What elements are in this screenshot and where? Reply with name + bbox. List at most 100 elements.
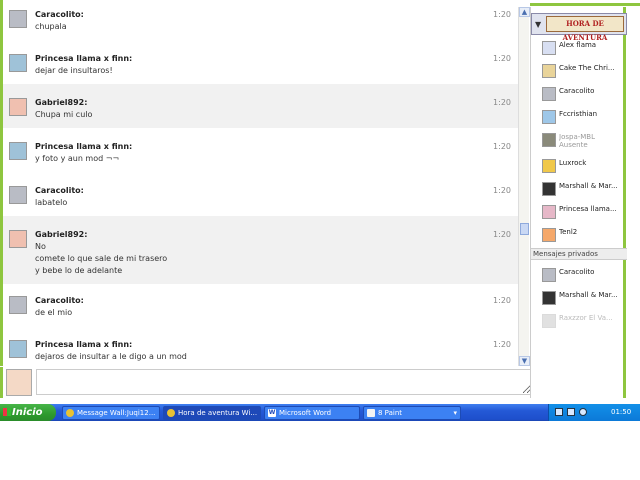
user-name: Luxrock	[559, 159, 587, 167]
user-avatar	[542, 41, 556, 55]
user-list-item[interactable]: Marshall & Mar...	[542, 180, 626, 198]
user-avatar	[542, 110, 556, 124]
scroll-up-button[interactable]: ▲	[519, 7, 530, 17]
task-label: Message Wall:Juqi12...	[77, 409, 156, 417]
taskbar-item-paint[interactable]: 8 Paint ▾	[363, 406, 461, 420]
message-author[interactable]: Princesa llama x finn:	[35, 340, 132, 349]
message-author[interactable]: Caracolito:	[35, 186, 84, 195]
avatar[interactable]	[9, 340, 27, 358]
user-list-item[interactable]: Princesa llama...	[542, 203, 626, 221]
avatar[interactable]	[9, 230, 27, 248]
message-author[interactable]: Gabriel892:	[35, 98, 87, 107]
user-list-item[interactable]: Alex flama	[542, 39, 626, 57]
message-author[interactable]: Gabriel892:	[35, 230, 87, 239]
private-user-item[interactable]: Caracolito	[542, 266, 626, 284]
message-author[interactable]: Princesa llama x finn:	[35, 142, 132, 151]
task-label: 8 Paint	[378, 409, 403, 417]
chat-message: Princesa llama x finn: 1:20 dejaros de i…	[3, 328, 521, 366]
task-label: Microsoft Word	[279, 409, 332, 417]
task-group-dropdown-icon[interactable]: ▾	[453, 407, 457, 419]
windows-logo-icon	[3, 408, 11, 416]
task-label: Hora de aventura Wi...	[178, 409, 258, 417]
user-name: Marshall & Mar...	[559, 291, 618, 299]
user-list-item[interactable]: Cake The Chri...	[542, 62, 626, 80]
screen: Caracolito: 1:20 chupala Princesa llama …	[0, 0, 640, 480]
start-button[interactable]: Inicio	[0, 404, 56, 421]
scroll-thumb[interactable]	[520, 223, 529, 235]
user-list-item[interactable]: Tenl2	[542, 226, 626, 244]
message-text: labatelo	[35, 198, 68, 207]
security-icon[interactable]	[579, 408, 587, 416]
user-list-item[interactable]: Caracolito	[542, 85, 626, 103]
avatar[interactable]	[9, 142, 27, 160]
message-text: Chupa mi culo	[35, 110, 93, 119]
chat-message: Princesa llama x finn: 1:20 dejar de ins…	[3, 40, 521, 84]
wiki-header[interactable]: ▼ HORA DE AVENTURA	[531, 13, 627, 42]
user-avatar	[542, 228, 556, 242]
user-name: Jospa-MBL	[559, 133, 595, 141]
avatar[interactable]	[9, 10, 27, 28]
message-time: 1:20	[493, 54, 511, 63]
user-list-panel: ▼ HORA DE AVENTURA Alex flama Cake The C…	[530, 7, 627, 398]
chat-message: Caracolito: 1:20 chupala	[3, 0, 521, 38]
network-icon[interactable]	[555, 408, 563, 416]
chat-scrollbar[interactable]: ▲ ▼	[518, 7, 530, 366]
chat-message: Caracolito: 1:20 labatelo	[3, 172, 521, 216]
volume-icon[interactable]	[567, 408, 575, 416]
user-list-item[interactable]: Jospa-MBL Ausente	[542, 131, 626, 149]
scroll-down-button[interactable]: ▼	[519, 356, 530, 366]
user-name: Alex flama	[559, 41, 597, 49]
user-avatar	[542, 87, 556, 101]
user-name: Marshall & Mar...	[559, 182, 618, 190]
avatar[interactable]	[9, 54, 27, 72]
message-text: chupala	[35, 22, 67, 31]
message-time: 1:20	[493, 142, 511, 151]
wiki-logo: HORA DE AVENTURA	[546, 16, 624, 42]
collapse-caret-icon[interactable]: ▼	[535, 20, 541, 29]
user-name: Caracolito	[559, 87, 595, 95]
user-status: Ausente	[559, 141, 588, 149]
message-text: de el mio	[35, 308, 73, 317]
taskbar-item-word[interactable]: W Microsoft Word	[264, 406, 360, 420]
user-avatar	[542, 291, 556, 305]
message-time: 1:20	[493, 186, 511, 195]
chat-message: Gabriel892: 1:20 Chupa mi culo	[3, 84, 521, 128]
start-label: Inicio	[12, 407, 43, 418]
chat-log: Caracolito: 1:20 chupala Princesa llama …	[0, 0, 530, 366]
message-text: dejar de insultaros!	[35, 66, 113, 75]
avatar[interactable]	[9, 186, 27, 204]
private-user-item[interactable]: Raxzzor El Va...	[542, 312, 626, 330]
paint-icon	[367, 409, 375, 417]
chat-message: Princesa llama x finn: 1:20 y foto y aun…	[3, 128, 521, 172]
taskbar: Inicio Message Wall:Juqi12... Hora de av…	[0, 404, 640, 433]
chrome-icon	[167, 409, 175, 417]
user-avatar	[542, 64, 556, 78]
user-list-item[interactable]: Fccristhian	[542, 108, 626, 126]
user-avatar	[542, 133, 556, 147]
private-user-item[interactable]: Marshall & Mar...	[542, 289, 626, 307]
user-avatar	[542, 268, 556, 282]
user-name: Tenl2	[559, 228, 578, 236]
message-input-row	[0, 367, 532, 398]
user-list-item[interactable]: Luxrock	[542, 157, 626, 175]
user-name: Caracolito	[559, 268, 595, 276]
message-time: 1:20	[493, 296, 511, 305]
avatar[interactable]	[9, 296, 27, 314]
system-tray: 01:50 p.m.	[548, 404, 640, 433]
message-input[interactable]	[36, 369, 532, 395]
avatar[interactable]	[9, 98, 27, 116]
taskbar-item-chrome-2[interactable]: Hora de aventura Wi...	[163, 406, 261, 420]
message-text: comete lo que sale de mi trasero	[35, 254, 168, 263]
message-text: y foto y aun mod ¬¬	[35, 154, 120, 163]
message-text: dejaros de insultar a le digo a un mod	[35, 352, 187, 361]
message-author[interactable]: Caracolito:	[35, 10, 84, 19]
user-name: Raxzzor El Va...	[559, 314, 613, 322]
user-name: Cake The Chri...	[559, 64, 615, 72]
message-author[interactable]: Princesa llama x finn:	[35, 54, 132, 63]
clock[interactable]: 01:50 p.m.	[611, 404, 640, 438]
chrome-icon	[66, 409, 74, 417]
taskbar-item-chrome-1[interactable]: Message Wall:Juqi12...	[62, 406, 160, 420]
user-name: Princesa llama...	[559, 205, 617, 213]
message-author[interactable]: Caracolito:	[35, 296, 84, 305]
message-text: y bebe lo de adelante	[35, 266, 123, 275]
